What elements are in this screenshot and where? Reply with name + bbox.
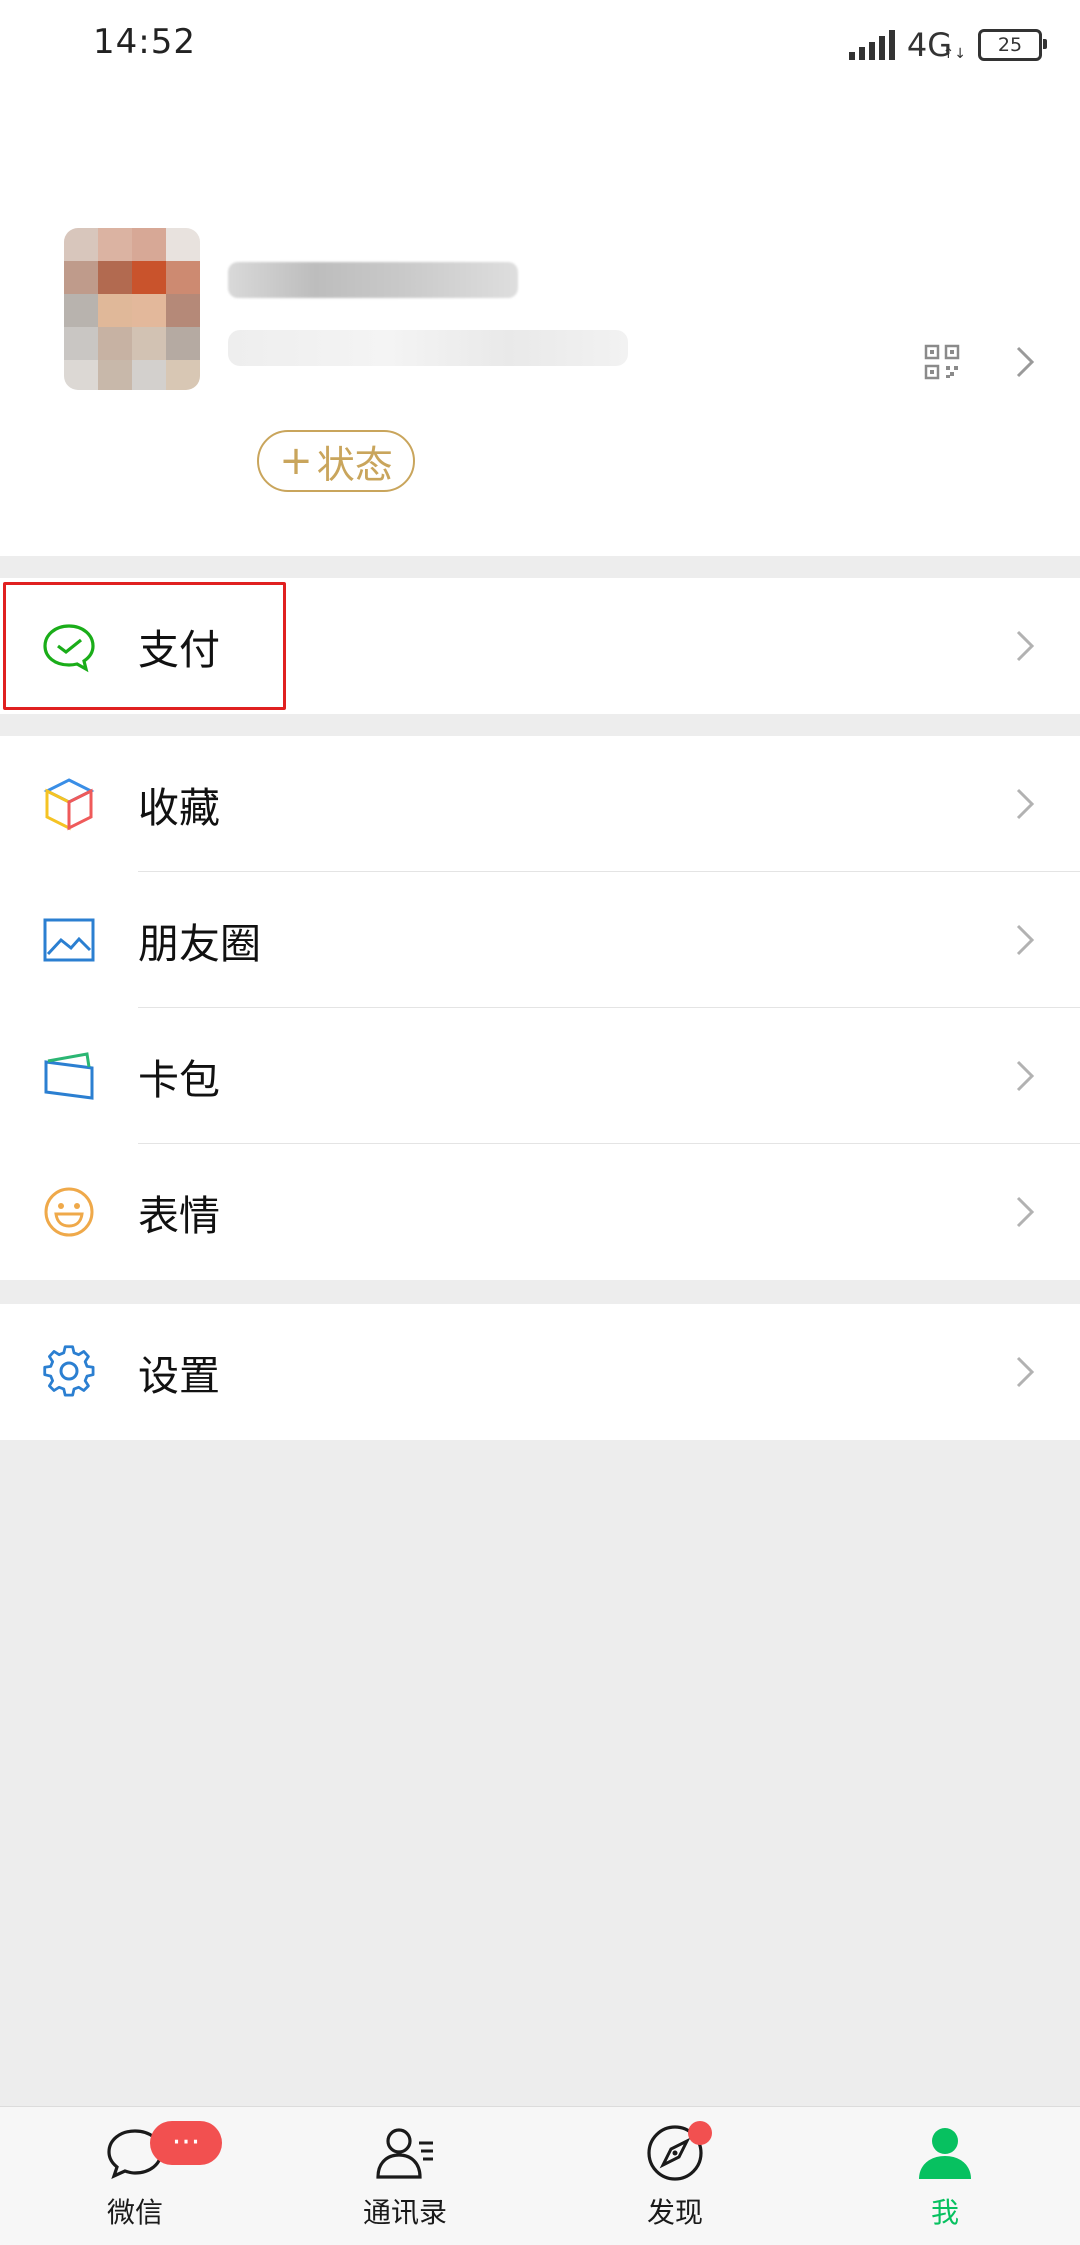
wechat-id-blurred [228,330,628,366]
qr-code-icon[interactable] [924,344,960,380]
tab-label-contacts: 通讯录 [362,2196,447,2229]
menu-label-cards: 卡包 [138,1056,220,1104]
menu-item-settings[interactable]: 设置 [0,1304,1080,1440]
tab-discover[interactable]: 发现 [540,2107,810,2245]
network-type: 4G ↑↓ [906,26,966,64]
chevron-right-icon [1016,346,1035,378]
tab-label-chats: 微信 [106,2196,163,2229]
status-label: 状态 [316,442,393,487]
signal-icon [848,30,895,60]
chevron-right-icon [1016,1196,1035,1228]
chevron-right-icon [1016,1060,1035,1092]
notification-dot [688,2121,712,2145]
highlight-box [3,582,286,710]
avatar[interactable] [64,228,200,390]
unread-badge: ··· [150,2121,222,2165]
chevron-right-icon [1016,630,1035,662]
plus-icon: + [279,438,313,484]
chevron-right-icon [1016,1356,1035,1388]
tab-chats[interactable]: 微信 [0,2107,270,2245]
menu-group-main: 收藏 朋友圈 卡包 表情 [0,736,1080,1280]
menu-item-favorites[interactable]: 收藏 [0,736,1080,872]
status-bar: 14:52 4G ↑↓ 25 [0,0,1080,92]
tab-contacts[interactable]: 通讯录 [270,2107,540,2245]
menu-label-settings: 设置 [138,1352,220,1400]
person-icon [919,2128,971,2179]
menu-label-stickers: 表情 [138,1192,220,1240]
card-wallet-icon [44,1052,94,1100]
contacts-icon [376,2128,433,2179]
chevron-right-icon [1016,924,1035,956]
tab-label-discover: 发现 [646,2196,703,2229]
battery-level: 25 [997,34,1023,56]
chevron-right-icon [1016,788,1035,820]
menu-group-settings: 设置 [0,1304,1080,1440]
menu-item-cards[interactable]: 卡包 [0,1008,1080,1144]
smiley-face-icon [44,1187,94,1237]
status-time: 14:52 [93,22,196,62]
profile-card[interactable]: + 状态 [0,92,1080,556]
gear-icon [43,1345,95,1397]
cube-favorites-icon [43,778,95,831]
menu-label-moments: 朋友圈 [138,920,261,968]
menu-item-stickers[interactable]: 表情 [0,1144,1080,1280]
menu-item-moments[interactable]: 朋友圈 [0,872,1080,1008]
image-moments-icon [43,918,95,962]
bottom-tab-bar: 微信 通讯录 发现 我 ··· [0,2106,1080,2245]
tab-me[interactable]: 我 [810,2107,1080,2245]
tab-label-me: 我 [930,2196,959,2229]
add-status-button[interactable]: + 状态 [257,430,415,492]
battery-icon: 25 [978,29,1047,61]
status-indicators: 4G ↑↓ 25 [848,26,1047,64]
nickname-blurred [228,262,518,298]
menu-label-favorites: 收藏 [138,784,220,832]
